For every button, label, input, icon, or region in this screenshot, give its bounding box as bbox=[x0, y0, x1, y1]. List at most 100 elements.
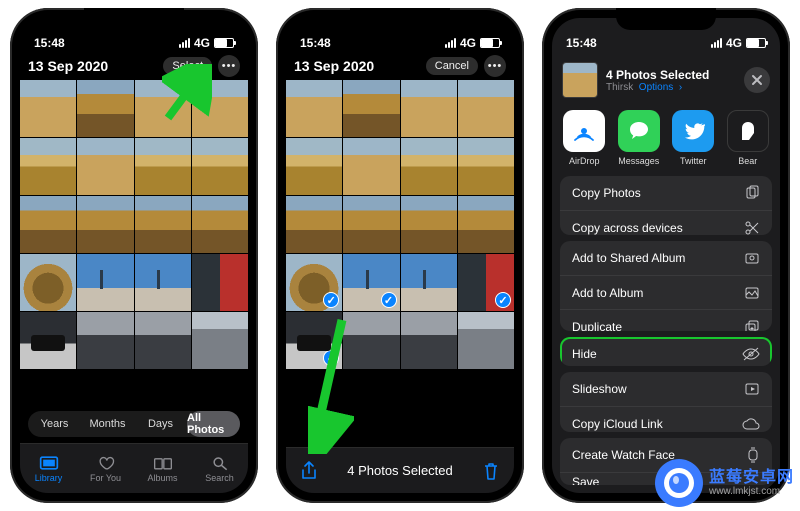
seg-days[interactable]: Days bbox=[134, 411, 187, 437]
tab-search[interactable]: Search bbox=[191, 444, 248, 493]
photo-thumb[interactable] bbox=[20, 80, 76, 137]
photo-thumb[interactable] bbox=[77, 254, 133, 311]
notch bbox=[350, 8, 450, 30]
photo-thumb[interactable] bbox=[458, 312, 514, 369]
options-link[interactable]: Options bbox=[639, 82, 673, 93]
photo-thumb[interactable] bbox=[20, 254, 76, 311]
action-label: Add to Shared Album bbox=[572, 251, 685, 265]
photo-thumb[interactable] bbox=[20, 312, 76, 369]
app-twitter[interactable]: Twitter bbox=[671, 110, 716, 166]
photo-thumb[interactable] bbox=[343, 80, 399, 137]
photo-thumb[interactable] bbox=[77, 80, 133, 137]
action-list: Copy Photos Copy across devices Add to S… bbox=[552, 176, 780, 493]
app-bear[interactable]: Bear bbox=[726, 110, 771, 166]
photo-thumb[interactable] bbox=[135, 312, 191, 369]
photo-thumb[interactable] bbox=[135, 254, 191, 311]
share-header: 4 Photos Selected Thirsk Options › bbox=[552, 56, 780, 104]
photo-thumb[interactable] bbox=[343, 138, 399, 195]
photo-thumb[interactable] bbox=[77, 312, 133, 369]
close-button[interactable] bbox=[744, 67, 770, 93]
phone-2: 15:48 4G 13 Sep 2020 Cancel ••• bbox=[276, 8, 524, 503]
tab-foryou[interactable]: For You bbox=[77, 444, 134, 493]
action-label: Save bbox=[572, 475, 599, 485]
action-slideshow[interactable]: Slideshow bbox=[560, 372, 772, 406]
photo-thumb[interactable] bbox=[401, 138, 457, 195]
photo-thumb[interactable] bbox=[401, 80, 457, 137]
photo-thumb[interactable] bbox=[20, 138, 76, 195]
share-icon bbox=[300, 461, 318, 481]
more-button[interactable]: ••• bbox=[218, 55, 240, 77]
notch bbox=[84, 8, 184, 30]
photo-thumb[interactable] bbox=[458, 196, 514, 253]
tab-library[interactable]: Library bbox=[20, 444, 77, 493]
photo-grid[interactable] bbox=[20, 80, 248, 405]
watermark-title: 蓝莓安卓网 bbox=[709, 469, 794, 487]
scissors-icon bbox=[744, 220, 760, 236]
trash-button[interactable] bbox=[482, 461, 500, 481]
check-icon: ✓ bbox=[495, 292, 511, 308]
share-app-row[interactable]: AirDrop Messages Twitter Bear bbox=[552, 104, 780, 176]
action-hide[interactable]: Hide bbox=[560, 337, 772, 367]
photo-thumb[interactable] bbox=[286, 138, 342, 195]
share-subtitle: Thirsk Options › bbox=[606, 82, 736, 93]
library-icon bbox=[39, 455, 59, 471]
seg-all-photos[interactable]: All Photos bbox=[187, 411, 240, 437]
share-title: 4 Photos Selected bbox=[606, 68, 736, 82]
albums-icon bbox=[153, 455, 173, 471]
action-duplicate[interactable]: Duplicate bbox=[560, 309, 772, 330]
share-button[interactable] bbox=[300, 461, 318, 481]
action-label: Add to Album bbox=[572, 286, 643, 300]
selection-header: 13 Sep 2020 Cancel ••• bbox=[286, 52, 514, 80]
photo-thumb[interactable] bbox=[458, 138, 514, 195]
photo-thumb-selected[interactable]: ✓ bbox=[458, 254, 514, 311]
photo-thumb[interactable] bbox=[458, 80, 514, 137]
view-segmented[interactable]: Years Months Days All Photos bbox=[28, 411, 240, 437]
photo-thumb[interactable] bbox=[192, 254, 248, 311]
seg-years[interactable]: Years bbox=[28, 411, 81, 437]
cloud-icon bbox=[742, 416, 760, 432]
app-airdrop[interactable]: AirDrop bbox=[562, 110, 607, 166]
tab-albums[interactable]: Albums bbox=[134, 444, 191, 493]
copy-icon bbox=[744, 185, 760, 201]
action-copy-across[interactable]: Copy across devices bbox=[560, 210, 772, 235]
tab-label: Library bbox=[35, 473, 63, 483]
action-icloud-link[interactable]: Copy iCloud Link bbox=[560, 406, 772, 431]
photo-thumb[interactable] bbox=[192, 312, 248, 369]
check-icon: ✓ bbox=[381, 292, 397, 308]
status-network: 4G bbox=[194, 36, 210, 50]
action-label: Slideshow bbox=[572, 382, 627, 396]
photo-thumb-selected[interactable]: ✓ bbox=[343, 254, 399, 311]
share-location: Thirsk bbox=[606, 82, 633, 93]
photo-thumb[interactable] bbox=[401, 196, 457, 253]
signal-icon bbox=[711, 38, 722, 48]
seg-months[interactable]: Months bbox=[81, 411, 134, 437]
photo-thumb[interactable] bbox=[343, 196, 399, 253]
photo-thumb[interactable] bbox=[286, 196, 342, 253]
action-copy-photos[interactable]: Copy Photos bbox=[560, 176, 772, 210]
photo-thumb[interactable] bbox=[286, 80, 342, 137]
more-button[interactable]: ••• bbox=[484, 55, 506, 77]
cancel-button[interactable]: Cancel bbox=[426, 57, 478, 75]
album-icon bbox=[744, 285, 760, 301]
photo-thumb[interactable] bbox=[77, 138, 133, 195]
photo-thumb[interactable] bbox=[135, 196, 191, 253]
battery-icon bbox=[746, 38, 766, 48]
photo-thumb[interactable] bbox=[401, 254, 457, 311]
notch bbox=[616, 8, 716, 30]
photo-thumb[interactable] bbox=[401, 312, 457, 369]
duplicate-icon bbox=[744, 319, 760, 331]
phone-1: 15:48 4G 13 Sep 2020 Select ••• bbox=[10, 8, 258, 503]
action-add-shared[interactable]: Add to Shared Album bbox=[560, 241, 772, 275]
app-messages[interactable]: Messages bbox=[617, 110, 662, 166]
photo-thumb[interactable] bbox=[20, 196, 76, 253]
app-label: Bear bbox=[738, 156, 757, 166]
screen-library: 15:48 4G 13 Sep 2020 Select ••• bbox=[20, 18, 248, 493]
action-add-album[interactable]: Add to Album bbox=[560, 275, 772, 309]
photo-thumb[interactable] bbox=[192, 138, 248, 195]
photo-thumb[interactable] bbox=[77, 196, 133, 253]
photo-thumb[interactable] bbox=[192, 196, 248, 253]
airdrop-icon bbox=[563, 110, 605, 152]
photo-thumb-selected[interactable]: ✓ bbox=[286, 254, 342, 311]
app-label: Messages bbox=[618, 156, 659, 166]
photo-thumb[interactable] bbox=[135, 138, 191, 195]
